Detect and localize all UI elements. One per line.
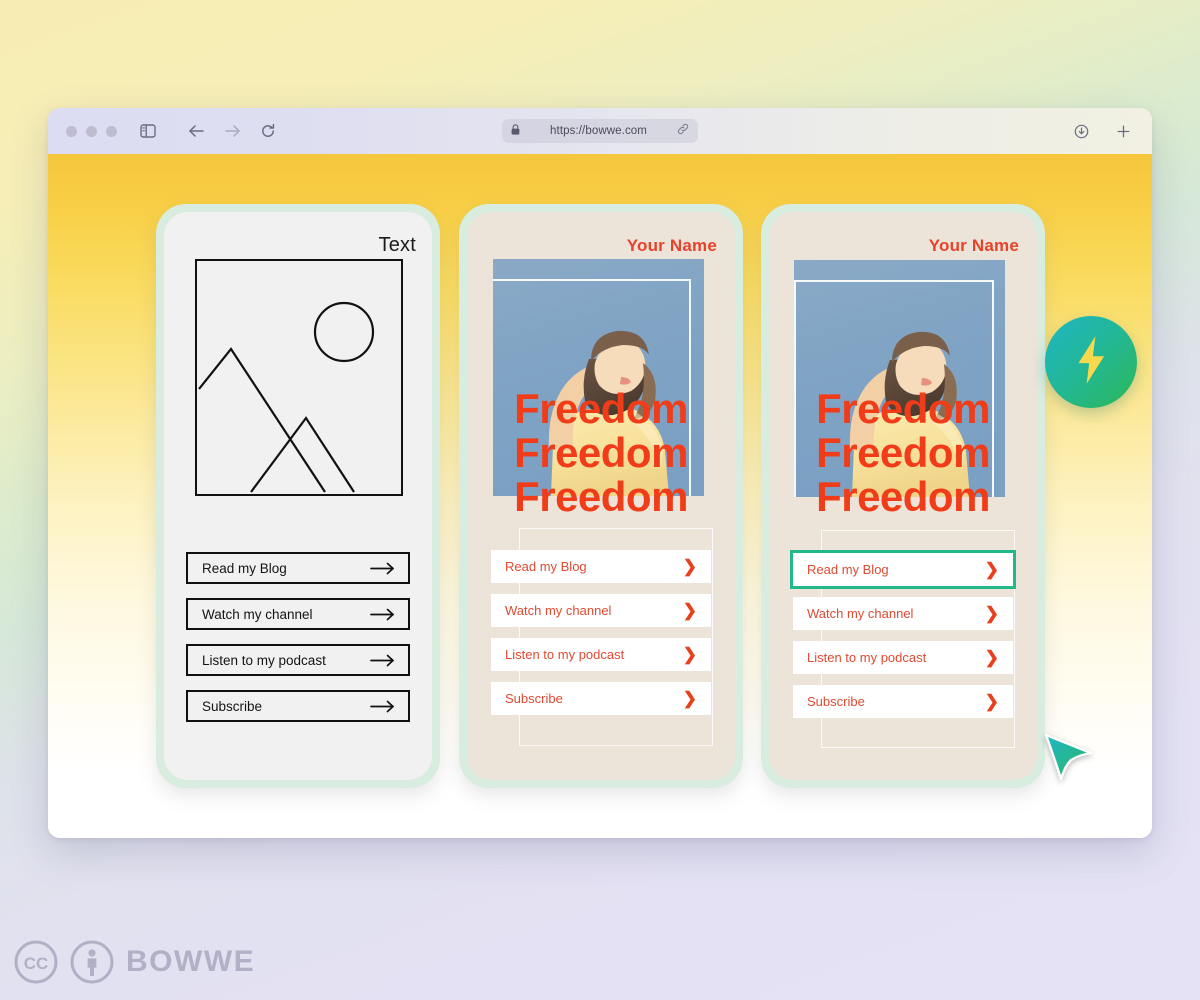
link-label: Listen to my podcast [202,652,326,668]
link-button[interactable]: Watch my channel ❯ [793,597,1013,630]
card-selected-body: Your Name Freedom Freedom Freedom Read m… [769,212,1037,780]
lock-icon [511,122,520,140]
new-tab-icon[interactable] [1110,118,1136,144]
link-label: Watch my channel [505,603,612,618]
window-traffic-lights[interactable] [66,125,117,137]
link-button[interactable]: Listen to my podcast ❯ [491,638,711,671]
card-preview-title: Your Name [626,236,717,255]
link-label: Listen to my podcast [505,647,625,662]
link-button[interactable]: Watch my channel [186,598,410,630]
arrow-right-icon [370,608,396,621]
card-preview[interactable]: Your Name Freedom Freedom Freedom Read m… [459,204,743,788]
back-arrow-icon[interactable] [183,118,209,144]
link-button[interactable]: Subscribe ❯ [491,682,711,715]
link-label: Watch my channel [807,606,914,621]
link-label: Subscribe [807,694,865,709]
link-button[interactable]: Listen to my podcast [186,644,410,676]
card-selected-links[interactable]: Read my Blog ❯ Watch my channel ❯ Listen… [790,550,1016,729]
image-placeholder-icon [195,259,403,496]
arrow-right-icon [370,700,396,713]
link-label: Subscribe [505,691,563,706]
chevron-right-icon: ❯ [682,601,697,620]
link-label: Listen to my podcast [807,650,927,665]
link-label: Read my Blog [807,562,889,577]
card-wireframe[interactable]: Text Read my Blog Watch my channel Liste… [156,204,440,788]
arrow-right-icon [370,562,396,575]
card-wireframe-body: Text Read my Blog Watch my channel Liste… [164,212,432,780]
card-preview-links[interactable]: Read my Blog ❯ Watch my channel ❯ Listen… [491,550,711,726]
address-bar[interactable]: https://bowwe.com [502,119,698,143]
lightning-bolt-icon [1071,335,1111,390]
close-window-button[interactable] [66,125,77,137]
link-button[interactable]: Subscribe ❯ [793,685,1013,718]
creative-commons-by-icon [70,940,114,984]
chrome-right-controls[interactable] [1068,118,1136,144]
photo-woman-sky [493,259,704,496]
bowwe-logo: BOWWE [126,945,255,979]
link-icon[interactable] [677,122,689,140]
chevron-right-icon: ❯ [984,604,999,623]
card-wireframe-links[interactable]: Read my Blog Watch my channel Listen to … [186,552,410,736]
photo-woman-sky [794,260,1005,497]
url-text: https://bowwe.com [550,125,647,137]
arrow-right-icon [370,654,396,667]
footer-attribution: CC BOWWE [14,940,255,984]
card-preview-body: Your Name Freedom Freedom Freedom Read m… [467,212,735,780]
chevron-right-icon: ❯ [682,645,697,664]
browser-chrome: https://bowwe.com [48,108,1152,154]
link-button[interactable]: Listen to my podcast ❯ [793,641,1013,674]
link-button[interactable]: Watch my channel ❯ [491,594,711,627]
download-icon[interactable] [1068,118,1094,144]
card-selected[interactable]: Your Name Freedom Freedom Freedom Read m… [761,204,1045,788]
bowwe-logo-text: BOWWE [126,945,256,978]
forward-arrow-icon [219,118,245,144]
lightning-badge[interactable] [1045,316,1137,408]
chevron-right-icon: ❯ [984,692,999,711]
card-row: Text Read my Blog Watch my channel Liste… [48,154,1152,838]
link-button[interactable]: Subscribe [186,690,410,722]
link-label: Read my Blog [505,559,587,574]
link-button-selected[interactable]: Read my Blog ❯ [790,550,1016,589]
chevron-right-icon: ❯ [984,560,999,579]
link-label: Watch my channel [202,606,313,622]
chevron-right-icon: ❯ [984,648,999,667]
page-viewport: Text Read my Blog Watch my channel Liste… [48,154,1152,838]
svg-text:CC: CC [24,954,49,973]
navigation-controls[interactable] [183,118,281,144]
creative-commons-icon: CC [14,940,58,984]
link-label: Read my Blog [202,560,287,576]
chevron-right-icon: ❯ [682,557,697,576]
browser-window: https://bowwe.com Text Read my Blog Watc… [48,108,1152,838]
link-label: Subscribe [202,698,263,714]
reload-icon[interactable] [255,118,281,144]
link-button[interactable]: Read my Blog [186,552,410,584]
card-wireframe-title: Text [378,234,416,256]
sidebar-toggle-icon[interactable] [135,118,161,144]
card-selected-title: Your Name [928,236,1019,255]
cursor-pointer-icon [1043,732,1099,788]
minimize-window-button[interactable] [86,125,97,137]
maximize-window-button[interactable] [106,125,117,137]
chevron-right-icon: ❯ [682,689,697,708]
link-button[interactable]: Read my Blog ❯ [491,550,711,583]
